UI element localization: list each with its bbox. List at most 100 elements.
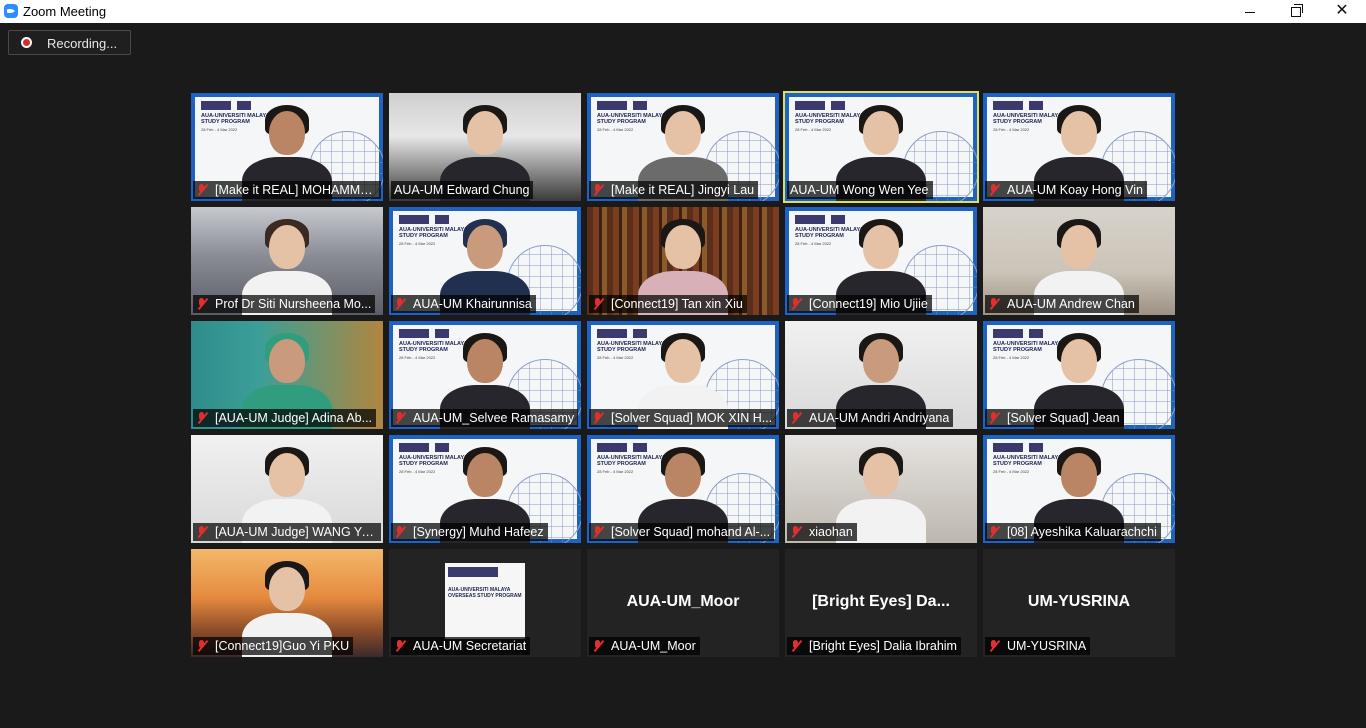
participant-face: [467, 225, 503, 269]
participant-face: [467, 339, 503, 383]
profile-picture: AUA-UNIVERSITI MALAYA OVERSEAS STUDY PRO…: [445, 563, 525, 639]
participant-face: [665, 111, 701, 155]
mic-muted-icon: [592, 297, 604, 311]
participant-tile[interactable]: AUA-UNIVERSITI MALAYA OVERSEAS STUDY PRO…: [785, 207, 977, 315]
mic-muted-icon: [196, 183, 208, 197]
participant-name: [Make it REAL] Jingyi Lau: [611, 183, 755, 197]
participant-name-bar: [Solver Squad] MOK XIN H...: [589, 409, 777, 427]
participant-name: [Connect19] Tan xin Xiu: [611, 297, 743, 311]
minimize-button[interactable]: [1227, 0, 1273, 23]
participant-name-bar: AUA-UM_Moor: [589, 637, 700, 655]
participant-name: AUA-UM Andrew Chan: [1007, 297, 1135, 311]
university-logo: [597, 443, 667, 453]
slide-date: 28 Feb - 4 Mar 2022: [597, 355, 634, 360]
university-logo: [993, 443, 1063, 453]
slide-date: 28 Feb - 4 Mar 2022: [399, 355, 436, 360]
participant-tile-video-off[interactable]: UM-YUSRINA UM-YUSRINA: [983, 549, 1175, 657]
participant-face: [269, 567, 305, 611]
participant-name-bar: AUA-UM_Selvee Ramasamy: [391, 409, 579, 427]
participant-tile[interactable]: [AUA-UM Judge] Adina Ab...: [191, 321, 383, 429]
participant-tile[interactable]: AUA-UNIVERSITI MALAYA OVERSEAS STUDY PRO…: [983, 321, 1175, 429]
participant-name-bar: [Solver Squad] mohand Al-...: [589, 523, 775, 541]
university-logo: [993, 329, 1063, 339]
mic-muted-icon: [592, 411, 604, 425]
record-icon: [21, 37, 32, 48]
participant-tile[interactable]: AUA-UNIVERSITI MALAYA OVERSEAS STUDY PRO…: [587, 321, 779, 429]
participant-tile[interactable]: AUA-UM Andri Andriyana: [785, 321, 977, 429]
mic-muted-icon: [592, 183, 604, 197]
participant-name: UM-YUSRINA: [1007, 639, 1087, 653]
mic-muted-icon: [988, 411, 1000, 425]
university-logo: [597, 329, 667, 339]
participant-name-bar: [Connect19] Mio Ujiie: [787, 295, 932, 313]
mic-muted-icon: [790, 411, 802, 425]
participant-name-bar: [AUA-UM Judge] Adina Ab...: [193, 409, 377, 427]
participant-tile[interactable]: xiaohan: [785, 435, 977, 543]
participant-tile[interactable]: AUA-UNIVERSITI MALAYA OVERSEAS STUDY PRO…: [587, 93, 779, 201]
slide-date: 28 Feb - 4 Mar 2022: [597, 469, 634, 474]
participant-face: [665, 453, 701, 497]
participant-name: [Synergy] Muhd Hafeez: [413, 525, 544, 539]
participant-name: [Connect19] Mio Ujiie: [809, 297, 928, 311]
slide-date: 28 Feb - 4 Mar 2022: [399, 241, 436, 246]
participant-tile[interactable]: AUA-UNIVERSITI MALAYA OVERSEAS STUDY PRO…: [389, 435, 581, 543]
participant-name: AUA-UM Wong Wen Yee: [790, 183, 929, 197]
participant-tile[interactable]: AUA-UNIVERSITI MALAYA OVERSEAS STUDY PRO…: [389, 207, 581, 315]
participant-tile[interactable]: AUA-UNIVERSITI MALAYA OVERSEAS STUDY PRO…: [983, 93, 1175, 201]
mic-muted-icon: [394, 411, 406, 425]
participant-face: [1061, 225, 1097, 269]
participant-tile[interactable]: [Connect19] Tan xin Xiu: [587, 207, 779, 315]
participant-name: AUA-UM Edward Chung: [394, 183, 530, 197]
slide-date: 28 Feb - 4 Mar 2022: [993, 127, 1030, 132]
participant-face: [467, 453, 503, 497]
participant-name-bar: AUA-UM Secretariat: [391, 637, 531, 655]
participant-name-bar: [Connect19] Tan xin Xiu: [589, 295, 747, 313]
participant-name-bar: [Make it REAL] MOHAMME...: [193, 181, 381, 199]
participant-name-bar: [Bright Eyes] Dalia Ibrahim: [787, 637, 961, 655]
mic-muted-icon: [988, 297, 1000, 311]
slide-date: 28 Feb - 4 Mar 2022: [795, 241, 832, 246]
participant-name-bar: Prof Dr Siti Nursheena Mo...: [193, 295, 376, 313]
participant-tile[interactable]: AUA-UM Andrew Chan: [983, 207, 1175, 315]
participant-tile[interactable]: AUA-UM Edward Chung: [389, 93, 581, 201]
participant-name-bar: [AUA-UM Judge] WANG Ya...: [193, 523, 381, 541]
participant-name-bar: AUA-UM Koay Hong Vin: [985, 181, 1147, 199]
slide-date: 28 Feb - 4 Mar 2022: [993, 469, 1030, 474]
participant-face: [665, 225, 701, 269]
participant-name: [Solver Squad] MOK XIN H...: [611, 411, 773, 425]
participant-tile[interactable]: AUA-UNIVERSITI MALAYA OVERSEAS STUDY PRO…: [191, 93, 383, 201]
slide-date: 28 Feb - 4 Mar 2022: [201, 127, 238, 132]
participant-face: [1061, 111, 1097, 155]
participant-name: [Solver Squad] Jean: [1007, 411, 1120, 425]
minimize-icon: [1245, 11, 1255, 13]
close-button[interactable]: ✕: [1319, 0, 1365, 23]
mic-muted-icon: [196, 297, 208, 311]
participant-tile[interactable]: [Connect19]Guo Yi PKU: [191, 549, 383, 657]
slide-date: 28 Feb - 4 Mar 2022: [993, 355, 1030, 360]
participant-name-bar: [08] Ayeshika Kaluarachchi: [985, 523, 1161, 541]
university-logo: [399, 329, 469, 339]
participant-tile-video-off[interactable]: AUA-UM_Moor AUA-UM_Moor: [587, 549, 779, 657]
university-logo: [993, 101, 1063, 111]
mic-muted-icon: [196, 411, 208, 425]
participant-tile[interactable]: AUA-UNIVERSITI MALAYA OVERSEAS STUDY PRO…: [983, 435, 1175, 543]
participant-name: [Connect19]Guo Yi PKU: [215, 639, 350, 653]
mic-muted-icon: [592, 525, 604, 539]
university-logo: [795, 215, 865, 225]
participant-name: AUA-UM Secretariat: [413, 639, 527, 653]
participant-name: xiaohan: [809, 525, 853, 539]
participant-tile-video-off[interactable]: [Bright Eyes] Da... [Bright Eyes] Dalia …: [785, 549, 977, 657]
recording-indicator[interactable]: Recording...: [8, 30, 131, 55]
participant-tile[interactable]: Prof Dr Siti Nursheena Mo...: [191, 207, 383, 315]
participant-tile[interactable]: AUA-UNIVERSITI MALAYA OVERSEAS STUDY PRO…: [587, 435, 779, 543]
participant-face: [665, 339, 701, 383]
participant-tile-video-off[interactable]: AUA-UNIVERSITI MALAYA OVERSEAS STUDY PRO…: [389, 549, 581, 657]
participant-tile[interactable]: [AUA-UM Judge] WANG Ya...: [191, 435, 383, 543]
participant-display-name: [Bright Eyes] Da...: [812, 593, 950, 610]
active-speaker-tile[interactable]: AUA-UNIVERSITI MALAYA OVERSEAS STUDY PRO…: [783, 91, 979, 203]
restore-button[interactable]: [1273, 0, 1319, 23]
participant-face: [863, 225, 899, 269]
participant-name-bar: UM-YUSRINA: [985, 637, 1091, 655]
participant-face: [269, 225, 305, 269]
participant-tile[interactable]: AUA-UNIVERSITI MALAYA OVERSEAS STUDY PRO…: [389, 321, 581, 429]
